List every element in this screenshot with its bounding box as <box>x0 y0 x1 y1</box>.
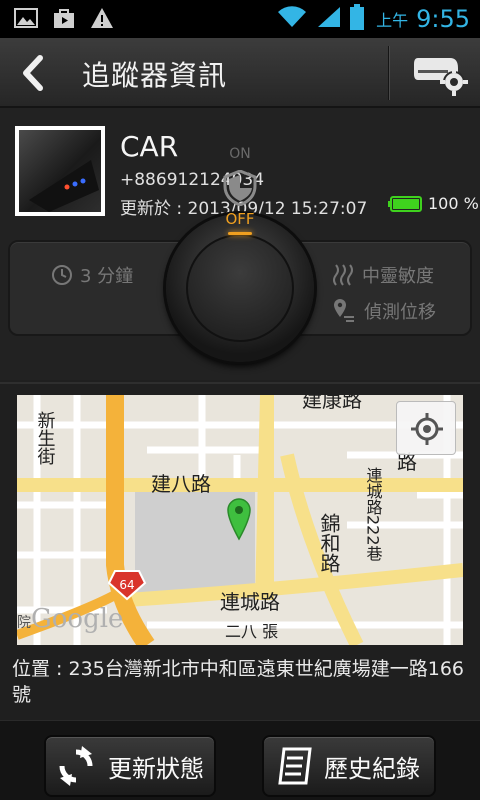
street-label: 連城路222巷 <box>364 467 383 562</box>
refresh-icon <box>59 746 93 786</box>
history-label: 歷史紀錄 <box>324 754 420 783</box>
device-settings-button[interactable] <box>408 48 472 98</box>
bag-icon <box>52 7 76 29</box>
history-log-icon <box>278 747 312 785</box>
vibration-icon <box>333 264 353 286</box>
clock-ampm: 上午 <box>376 11 409 30</box>
device-name: CAR <box>120 130 179 163</box>
bottom-action-bar: 更新狀態 歷史紀錄 <box>0 720 480 800</box>
map-view[interactable]: 64 建康路 新生街 建八路 路 錦和路 連城路222巷 連城路 二八 張 院 … <box>17 395 463 645</box>
street-label: 連城路 <box>220 590 280 614</box>
header-divider <box>388 46 390 100</box>
locate-button[interactable] <box>396 401 456 455</box>
shield-icon <box>223 169 257 207</box>
options-panel: 中靈敏度 偵測位移 <box>300 240 472 336</box>
battery-percent: 100 % <box>428 194 479 213</box>
google-logo: Google <box>31 604 123 634</box>
device-settings-icon <box>414 58 468 96</box>
section-divider <box>0 382 480 384</box>
detect-movement-option[interactable]: 偵測位移 <box>332 298 436 324</box>
detect-movement-label: 偵測位移 <box>364 302 436 323</box>
chevron-left-icon <box>23 55 43 91</box>
sensitivity-label: 中靈敏度 <box>362 266 434 287</box>
power-off-label: OFF <box>225 210 255 228</box>
sensitivity-option[interactable]: 中靈敏度 <box>332 262 434 288</box>
power-on-label: ON <box>229 146 251 162</box>
interval-value: 3 分鐘 <box>80 266 134 287</box>
page-title: 追蹤器資訊 <box>82 59 228 92</box>
refresh-status-button[interactable]: 更新狀態 <box>44 735 216 797</box>
street-label: 新生街 <box>35 411 56 465</box>
app-header: 追蹤器資訊 <box>0 38 480 108</box>
device-thumbnail[interactable] <box>15 126 105 216</box>
warning-icon <box>90 7 114 29</box>
back-button[interactable] <box>10 48 58 98</box>
power-toggle-face[interactable] <box>186 234 294 342</box>
wifi-icon <box>276 5 308 33</box>
street-label: 建康路 <box>302 395 362 412</box>
battery-icon <box>350 4 365 34</box>
status-bar: 上午 9:55 <box>0 0 480 38</box>
place-label: 院 <box>17 615 31 631</box>
device-battery-icon <box>388 196 422 212</box>
crosshair-icon <box>411 413 443 445</box>
street-label: 建八路 <box>151 472 211 496</box>
street-label: 錦和路 <box>317 513 341 573</box>
signal-icon <box>316 5 342 33</box>
image-icon <box>14 7 38 29</box>
highway-shield-label: 64 <box>119 578 134 592</box>
refresh-status-label: 更新狀態 <box>108 754 204 783</box>
power-status-led <box>228 232 252 235</box>
location-move-icon <box>334 299 354 322</box>
street-label: 二八 張 <box>225 622 278 641</box>
history-button[interactable]: 歷史紀錄 <box>262 735 436 797</box>
interval-panel[interactable]: 3 分鐘 <box>8 240 184 336</box>
clock-icon <box>52 265 72 285</box>
clock-time: 9:55 <box>416 5 470 33</box>
location-address: 位置 : 235台灣新北市中和區遠東世紀廣場建一路166號 <box>12 658 465 706</box>
